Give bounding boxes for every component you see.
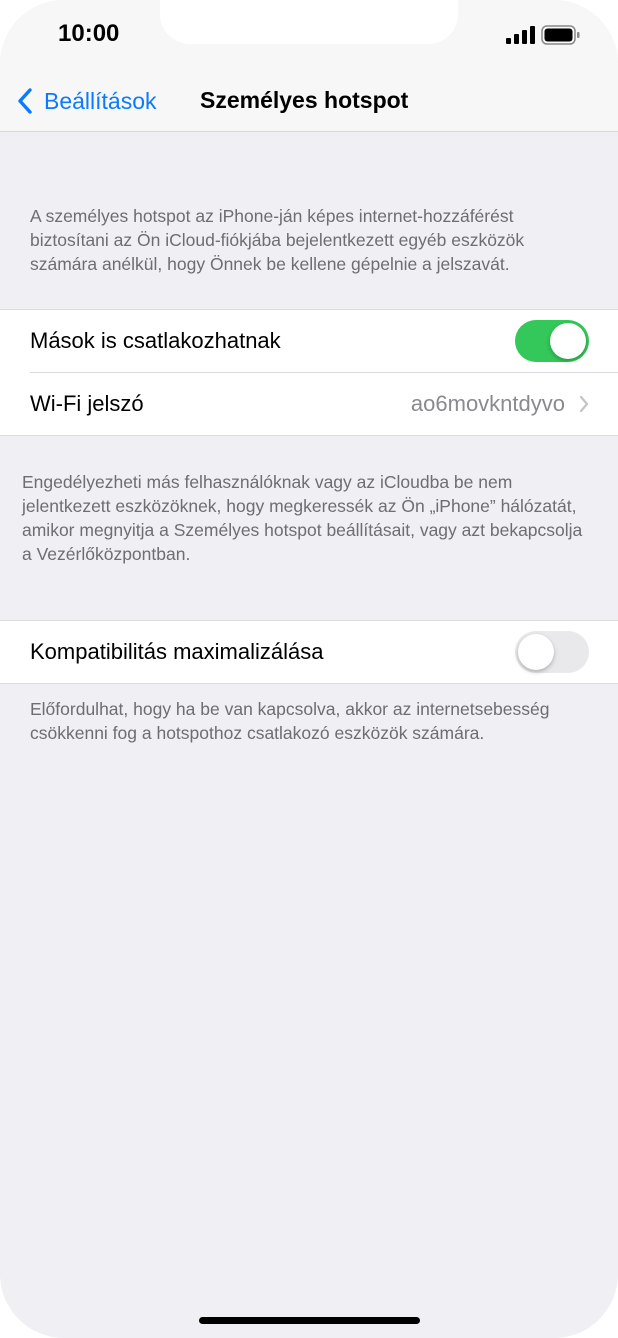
page-title: Személyes hotspot <box>200 87 409 113</box>
toggle-knob <box>518 634 554 670</box>
hotspot-settings-group: Mások is csatlakozhatnak Wi-Fi jelszó ao… <box>0 309 618 436</box>
back-button-label: Beállítások <box>44 87 157 114</box>
compatibility-footnote: Előfordulhat, hogy ha be van kapcsolva, … <box>30 699 550 743</box>
toggle-knob <box>550 323 586 359</box>
compatibility-row: Kompatibilitás maximalizálása <box>0 621 618 683</box>
notch <box>160 0 458 44</box>
chevron-right-icon <box>579 395 589 413</box>
allow-others-label: Mások is csatlakozhatnak <box>30 328 281 353</box>
back-button[interactable]: Beállítások <box>16 86 157 116</box>
allow-others-row: Mások is csatlakozhatnak <box>0 310 618 372</box>
home-indicator[interactable] <box>199 1317 420 1324</box>
allow-others-footnote: Engedélyezheti más felhasználóknak vagy … <box>22 472 583 564</box>
chevron-left-icon <box>18 88 32 114</box>
signal-icon <box>506 26 535 44</box>
wifi-password-value-group[interactable]: ao6movkntdyvo <box>411 391 589 417</box>
status-bar: 10:00 <box>0 0 618 72</box>
status-time: 10:00 <box>58 20 120 47</box>
intro-description: A személyes hotspot az iPhone-ján képes … <box>30 206 525 274</box>
compatibility-toggle[interactable] <box>515 631 589 673</box>
compatibility-group: Kompatibilitás maximalizálása <box>0 620 618 684</box>
navigation-bar: Beállítások Személyes hotspot <box>0 72 618 132</box>
wifi-password-value: ao6movkntdyvo <box>410 391 565 416</box>
wifi-password-label: Wi-Fi jelszó <box>30 391 144 416</box>
wifi-password-row[interactable]: Wi-Fi jelszó ao6movkntdyvo <box>30 372 618 435</box>
battery-icon <box>541 25 580 45</box>
compatibility-label: Kompatibilitás maximalizálása <box>30 639 324 664</box>
phone-screen: 10:00 Beállítások Személyes hotspot A sz… <box>0 0 618 1338</box>
allow-others-toggle[interactable] <box>515 320 589 362</box>
